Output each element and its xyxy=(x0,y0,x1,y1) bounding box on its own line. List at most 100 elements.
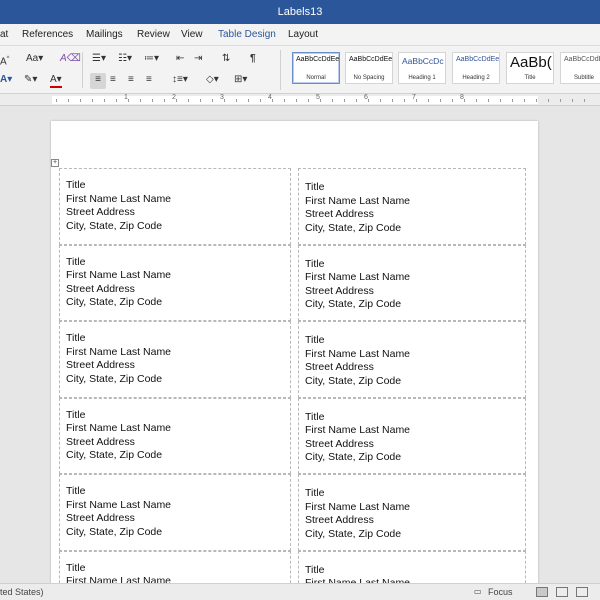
label-city-state-zip: City, State, Zip Code xyxy=(305,451,402,464)
justify-icon[interactable]: ≡ xyxy=(146,73,152,89)
ruler-tick xyxy=(440,99,441,102)
ruler-tick xyxy=(536,99,537,102)
label-cell[interactable]: TitleFirst Name Last NameStreet AddressC… xyxy=(59,474,291,551)
style-normal[interactable]: AaBbCcDdEe Normal xyxy=(292,52,340,84)
numbering-icon[interactable]: ☷▾ xyxy=(118,52,132,68)
ruler-tick xyxy=(320,99,321,102)
label-cell[interactable]: TitleFirst Name Last NameStreet AddressC… xyxy=(298,168,526,245)
tab-references[interactable]: References xyxy=(22,24,73,46)
label-name: First Name Last Name xyxy=(305,194,411,207)
ruler-tick xyxy=(128,99,129,102)
ruler-tick xyxy=(68,99,69,102)
ruler-tick xyxy=(416,99,417,102)
ruler-tick xyxy=(104,99,105,102)
align-center-icon[interactable]: ≡ xyxy=(110,73,116,89)
tab-view[interactable]: View xyxy=(181,24,203,46)
tab-review[interactable]: Review xyxy=(137,24,170,46)
tab-mailings[interactable]: Mailings xyxy=(86,24,123,46)
decrease-indent-icon[interactable]: ⇤ xyxy=(176,52,184,68)
table-move-handle-icon[interactable]: + xyxy=(51,159,59,167)
label-city-state-zip: City, State, Zip Code xyxy=(305,298,402,311)
label-title: Title xyxy=(66,255,86,268)
print-layout-view-icon[interactable] xyxy=(536,587,548,597)
ruler-tick xyxy=(560,99,561,102)
line-spacing-icon[interactable]: ↕≡▾ xyxy=(172,73,188,89)
focus-button[interactable]: Focus xyxy=(488,587,513,597)
label-cell[interactable]: TitleFirst Name Last NameStreet AddressC… xyxy=(59,168,291,245)
ruler-tick xyxy=(188,99,189,102)
style-preview: AaBbCcDdEe xyxy=(349,56,393,63)
ruler-tick xyxy=(368,99,369,102)
ruler-tick xyxy=(344,99,345,102)
ruler-tick xyxy=(164,99,165,102)
label-cell[interactable]: TitleFirst Name Last NameStreet AddressC… xyxy=(59,550,291,583)
ruler-tick xyxy=(584,99,585,102)
grow-font-icon[interactable]: A^ xyxy=(0,52,10,68)
ruler-tick xyxy=(152,99,153,102)
ruler-tick xyxy=(476,99,477,102)
highlight-color-icon[interactable]: ✎▾ xyxy=(24,73,37,89)
label-title: Title xyxy=(305,334,325,346)
label-cell[interactable]: TitleFirst Name Last NameStreet AddressC… xyxy=(298,474,526,551)
status-bar: ted States) ▭ Focus xyxy=(0,583,600,600)
title-bar: Labels13 xyxy=(0,0,600,24)
sort-icon[interactable]: ⇅ xyxy=(222,52,230,68)
label-city-state-zip: City, State, Zip Code xyxy=(66,219,163,232)
ruler-tick xyxy=(500,99,501,102)
label-cell[interactable]: TitleFirst Name Last NameStreet AddressC… xyxy=(298,321,526,398)
clear-formatting-icon[interactable]: A⌫ xyxy=(60,52,81,68)
style-heading-1[interactable]: AaBbCcDc Heading 1 xyxy=(398,52,446,84)
label-street: Street Address xyxy=(305,361,374,374)
ruler-tick xyxy=(548,99,549,102)
ruler-tick xyxy=(116,99,117,102)
ruler-tick xyxy=(200,99,201,102)
ruler-tick xyxy=(308,99,309,102)
ruler-tick xyxy=(80,99,81,102)
style-name: Title xyxy=(524,75,536,81)
read-mode-view-icon[interactable] xyxy=(556,587,568,597)
bullets-icon[interactable]: ☰▾ xyxy=(92,52,106,68)
label-cell[interactable]: TitleFirst Name Last NameStreet AddressC… xyxy=(298,397,526,474)
label-title: Title xyxy=(305,181,325,193)
tab-layout[interactable]: Layout xyxy=(288,24,318,46)
show-paragraph-marks-icon[interactable]: ¶ xyxy=(250,52,256,68)
font-color-icon[interactable]: A▾ xyxy=(50,73,62,88)
style-heading-2[interactable]: AaBbCcDdEe Heading 2 xyxy=(452,52,500,84)
document-canvas[interactable]: + Title First Name Last Name Street Addres… xyxy=(0,107,600,583)
increase-indent-icon[interactable]: ⇥ xyxy=(194,52,202,68)
align-right-icon[interactable]: ≡ xyxy=(128,73,134,89)
style-no-spacing[interactable]: AaBbCcDdEe No Spacing xyxy=(345,52,393,84)
label-title: Title xyxy=(305,257,325,270)
web-layout-view-icon[interactable] xyxy=(576,587,588,597)
ruler-tick xyxy=(140,99,141,102)
language-indicator[interactable]: ted States) xyxy=(0,587,44,597)
label-street: Street Address xyxy=(66,206,135,219)
ruler-tick xyxy=(296,99,297,102)
borders-icon[interactable]: ⊞▾ xyxy=(234,73,247,89)
tab-table-design[interactable]: Table Design xyxy=(218,24,276,46)
label-name: First Name Last Name xyxy=(305,271,411,284)
change-case-icon[interactable]: Aa▾ xyxy=(26,52,43,68)
horizontal-ruler[interactable]: 12345678 xyxy=(0,94,600,106)
label-city-state-zip: City, State, Zip Code xyxy=(305,221,402,234)
ribbon-divider xyxy=(82,52,83,88)
tab-at[interactable]: at xyxy=(0,24,8,46)
style-title[interactable]: AaBb(Title xyxy=(506,52,554,84)
style-subtitle[interactable]: AaBbCcDdEe Subtitle xyxy=(560,52,600,84)
ruler-tick xyxy=(212,99,213,102)
label-city-state-zip: City, State, Zip Code xyxy=(305,374,402,387)
shading-icon[interactable]: ◇▾ xyxy=(206,73,219,89)
label-cell[interactable]: TitleFirst Name Last NameStreet AddressC… xyxy=(59,244,291,321)
style-preview: AaBbCcDdEe xyxy=(564,56,600,63)
document-page[interactable]: + Title First Name Last Name Street Addres… xyxy=(51,121,538,583)
label-cell[interactable]: TitleFirst Name Last NameStreet AddressC… xyxy=(298,244,526,321)
ruler-tick xyxy=(428,99,429,102)
label-name: First Name Last Name xyxy=(305,500,411,513)
label-cell[interactable]: TitleFirst Name Last NameStreet AddressC… xyxy=(59,321,291,398)
text-effects-icon[interactable]: A▾ xyxy=(0,73,12,89)
label-cell[interactable]: TitleFirst Name Last NameStreet AddressC… xyxy=(59,397,291,474)
label-name: First Name Last Name xyxy=(66,498,172,511)
align-left-icon[interactable]: ≡ xyxy=(90,73,106,89)
multilevel-list-icon[interactable]: ≔▾ xyxy=(144,52,159,68)
label-cell[interactable]: TitleFirst Name Last NameStreet AddressC… xyxy=(298,550,526,583)
